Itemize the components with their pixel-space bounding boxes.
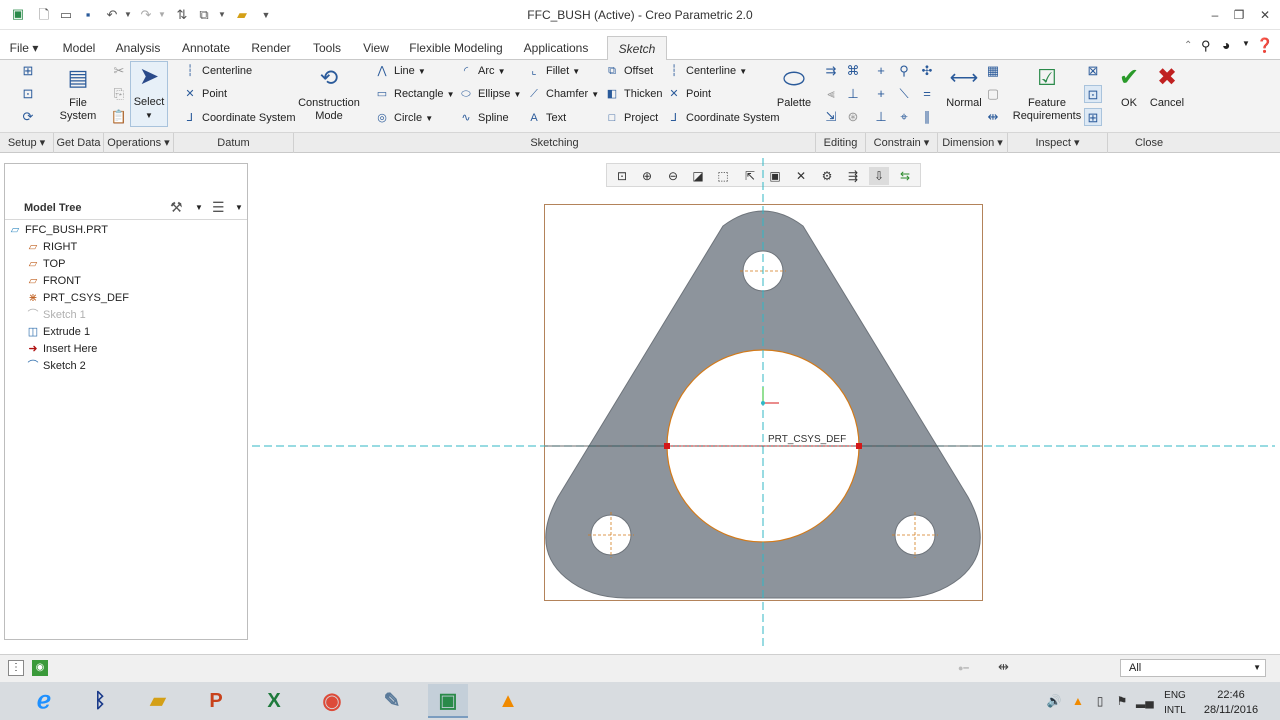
network-signal-icon[interactable]: ▂▄ [1136,692,1154,710]
creo-taskbar-icon[interactable]: ▣ [428,684,468,718]
paint-icon[interactable]: ✎ [372,684,412,718]
powerpoint-icon[interactable]: P [196,684,236,718]
bluetooth-icon[interactable]: ᛒ [80,684,120,718]
excel-icon[interactable]: X [254,684,294,718]
sketch-canvas[interactable]: PRT_CSYS_DEF [0,0,1280,720]
system-clock[interactable]: 22:46 28/11/2016 [1196,688,1266,718]
volume-icon[interactable]: 🔊 [1046,692,1062,710]
vlc-icon[interactable]: ▲ [488,684,528,718]
filter-dropdown-icon: ▼ [1253,663,1261,672]
smart-filter-icon[interactable]: ⇹ [998,659,1016,677]
chrome-icon[interactable]: ◉ [312,684,352,718]
right-endpoint [856,443,862,449]
power-icon[interactable]: ▯ [1092,692,1108,710]
internet-explorer-icon[interactable]: ℯ [24,684,64,718]
show-navigator-icon[interactable]: ⋮ [8,660,24,676]
show-browser-icon[interactable]: ◉ [32,660,48,676]
action-center-flag-icon[interactable]: ⚑ [1114,692,1130,710]
csys-label: PRT_CSYS_DEF [768,434,846,445]
status-bar [0,654,1280,682]
left-endpoint [664,443,670,449]
taskbar [0,682,1280,720]
vlc-tray-icon[interactable]: ▲ [1070,692,1086,710]
regen-status-icon: ●━ [958,663,969,673]
file-explorer-icon[interactable]: ▰ [138,684,178,718]
language-indicator[interactable]: ENG INTL [1160,688,1190,718]
selection-filter-select[interactable]: All ▼ [1120,659,1266,677]
